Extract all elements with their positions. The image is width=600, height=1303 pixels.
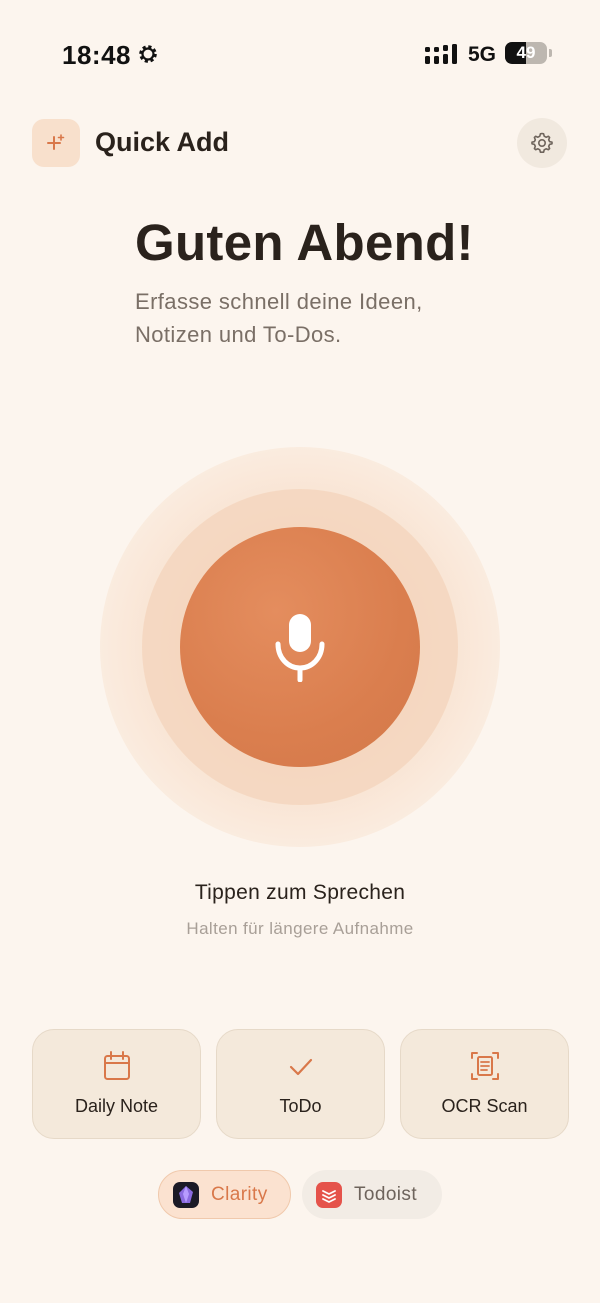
status-time: 18:48 xyxy=(62,40,131,70)
network-type: 5G xyxy=(468,43,497,66)
daily-note-button[interactable]: Daily Note xyxy=(32,1029,201,1139)
gear-icon xyxy=(531,132,553,153)
clarity-crystal-icon xyxy=(173,1181,199,1208)
greeting-subtitle: Erfasse schnell deine Ideen, Notizen und… xyxy=(135,289,423,347)
record-voice-button[interactable] xyxy=(180,527,420,767)
quick-add-screen: 18:48 5G 49 Quick Add Guten Abend! Erfas… xyxy=(0,0,600,1303)
integration-todoist-label: Todoist xyxy=(354,1183,418,1205)
document-scan-icon xyxy=(470,1052,499,1080)
settings-button[interactable] xyxy=(517,118,567,168)
recording-subhint: Halten für längere Aufnahme xyxy=(186,919,414,938)
app-title: Quick Add xyxy=(95,127,230,157)
recording-hint: Tippen zum Sprechen xyxy=(194,881,406,904)
ocr-scan-button[interactable]: OCR Scan xyxy=(400,1029,569,1139)
ocr-scan-label: OCR Scan xyxy=(441,1096,528,1116)
microphone-icon xyxy=(275,614,325,682)
checkmark-icon xyxy=(289,1058,312,1076)
battery-icon: 49 xyxy=(505,42,552,64)
todo-label: ToDo xyxy=(279,1096,322,1116)
settings-status-icon xyxy=(139,45,157,63)
integration-clarity[interactable]: Clarity xyxy=(158,1170,291,1219)
signal-strength-icon xyxy=(425,44,457,64)
sparkle-icon xyxy=(47,134,65,150)
calendar-icon xyxy=(103,1051,130,1080)
greeting-title: Guten Abend! xyxy=(135,214,474,271)
battery-level: 49 xyxy=(516,43,536,62)
app-logo xyxy=(32,119,80,167)
daily-note-label: Daily Note xyxy=(74,1096,159,1116)
integration-todoist[interactable]: Todoist xyxy=(302,1170,442,1219)
todoist-icon xyxy=(316,1181,342,1208)
todo-button[interactable]: ToDo xyxy=(216,1029,385,1139)
integration-clarity-label: Clarity xyxy=(211,1183,268,1205)
status-bar: 18:48 5G 49 xyxy=(0,38,600,74)
